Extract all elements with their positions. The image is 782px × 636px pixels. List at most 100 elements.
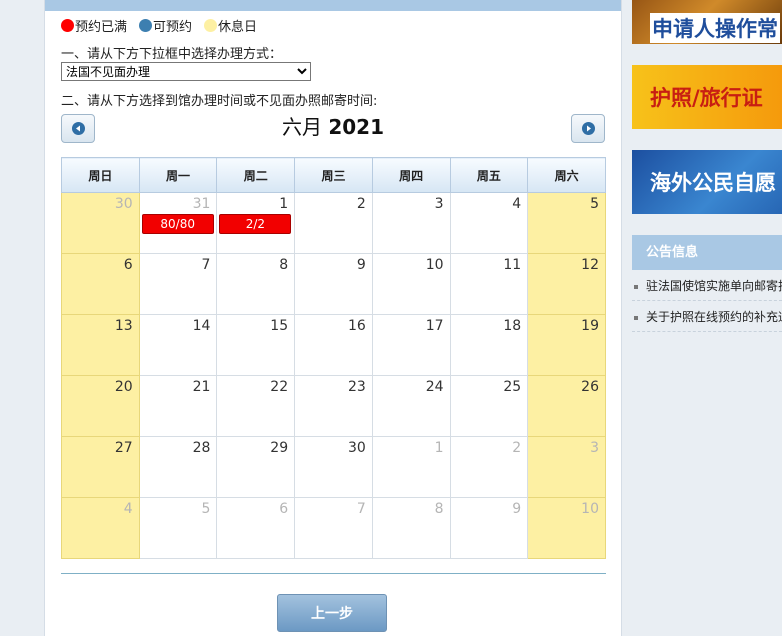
day-cell[interactable]: 1 2/2: [216, 192, 296, 254]
day-number: 22: [270, 379, 289, 395]
day-number: 2: [356, 196, 366, 212]
day-number: 29: [270, 440, 289, 456]
calendar-week-row: 4 5 6 7 8 9 10: [61, 497, 606, 559]
day-cell[interactable]: 17: [371, 314, 451, 376]
day-number: 24: [425, 379, 444, 395]
day-number: 1: [279, 196, 289, 212]
notice-link[interactable]: 驻法国使馆实施单向邮寄护照: [632, 275, 782, 301]
day-number: 30: [347, 440, 366, 456]
slot-badge-full[interactable]: 2/2: [219, 214, 292, 234]
day-cell[interactable]: 25: [449, 375, 529, 437]
day-cell[interactable]: 7: [294, 497, 373, 559]
divider: [61, 573, 606, 574]
next-month-button[interactable]: [571, 114, 605, 143]
day-cell[interactable]: 20: [61, 375, 140, 437]
day-cell[interactable]: 26: [527, 375, 606, 437]
day-number: 13: [114, 318, 133, 334]
day-cell[interactable]: 7: [138, 253, 218, 315]
day-number: 10: [581, 501, 599, 517]
day-cell[interactable]: 14: [138, 314, 218, 376]
day-cell[interactable]: 3: [527, 436, 606, 498]
day-number: 20: [114, 379, 133, 395]
day-cell[interactable]: 9: [449, 497, 529, 559]
sidebar-banner-passport[interactable]: 护照/旅行证: [632, 65, 782, 129]
step1-instruction: 一、请从下方下拉框中选择办理方式：: [61, 47, 283, 62]
weekday-header-row: 周日 周一 周二 周三 周四 周五 周六: [61, 157, 606, 193]
year-label: 2021: [328, 115, 385, 139]
day-cell[interactable]: 11: [449, 253, 529, 315]
weekday-header: 周一: [138, 157, 218, 193]
prev-step-button[interactable]: 上一步: [277, 594, 387, 632]
day-number: 10: [425, 257, 444, 273]
day-number: 7: [356, 501, 366, 517]
day-cell[interactable]: 23: [294, 375, 373, 437]
day-cell[interactable]: 30: [294, 436, 373, 498]
day-cell[interactable]: 4: [449, 192, 529, 254]
bullet-icon: [634, 284, 638, 289]
day-cell[interactable]: 19: [527, 314, 606, 376]
day-cell[interactable]: 16: [294, 314, 373, 376]
day-cell[interactable]: 29: [216, 436, 296, 498]
day-cell[interactable]: 4: [61, 497, 140, 559]
sidebar-banner-applicant-guide[interactable]: 申请人操作常: [632, 0, 782, 44]
day-cell[interactable]: 6: [61, 253, 140, 315]
day-number: 9: [512, 501, 522, 517]
calendar-week-row: 27 28 29 30 1 2 3: [61, 436, 606, 498]
day-cell[interactable]: 5: [527, 192, 606, 254]
main-panel: 预约已满 可预约 休息日 一、请从下方下拉框中选择办理方式： 法国不见面办理 二…: [44, 0, 622, 636]
calendar-grid: 周日 周一 周二 周三 周四 周五 周六 30 31 80/80 1 2/2 2 3 4 5 6 7 8 9 10 11…: [61, 157, 606, 559]
day-number: 4: [512, 196, 522, 212]
sidebar-banner-overseas-citizens[interactable]: 海外公民自愿: [632, 150, 782, 214]
day-cell[interactable]: 8: [371, 497, 451, 559]
day-cell[interactable]: 13: [61, 314, 140, 376]
day-cell[interactable]: 8: [216, 253, 296, 315]
day-cell[interactable]: 9: [294, 253, 373, 315]
day-cell[interactable]: 3: [371, 192, 451, 254]
prev-month-button[interactable]: [61, 114, 95, 143]
day-number: 1: [434, 440, 444, 456]
day-number: 3: [590, 440, 599, 456]
weekday-header: 周五: [449, 157, 529, 193]
day-cell[interactable]: 1: [371, 436, 451, 498]
day-number: 16: [347, 318, 366, 334]
day-cell[interactable]: 22: [216, 375, 296, 437]
banner-label: 海外公民自愿: [650, 171, 776, 195]
slot-badge-full[interactable]: 80/80: [141, 214, 214, 234]
arrow-left-icon: [71, 122, 85, 135]
day-number: 2: [512, 440, 522, 456]
day-number: 5: [590, 196, 599, 212]
day-cell[interactable]: 10: [527, 497, 606, 559]
notice-link[interactable]: 关于护照在线预约的补充通知: [632, 306, 782, 332]
legend: 预约已满 可预约 休息日: [61, 16, 269, 35]
day-cell[interactable]: 12: [527, 253, 606, 315]
day-number: 23: [347, 379, 366, 395]
weekday-header: 周日: [61, 157, 140, 193]
day-number: 15: [270, 318, 289, 334]
day-cell[interactable]: 5: [138, 497, 218, 559]
banner-label: 申请人操作常: [650, 13, 780, 43]
day-cell[interactable]: 2: [294, 192, 373, 254]
calendar-title: 六月 2021: [195, 111, 471, 140]
day-cell[interactable]: 27: [61, 436, 140, 498]
day-cell[interactable]: 6: [216, 497, 296, 559]
day-cell[interactable]: 10: [371, 253, 451, 315]
day-cell[interactable]: 24: [371, 375, 451, 437]
day-cell[interactable]: 21: [138, 375, 218, 437]
day-cell[interactable]: 15: [216, 314, 296, 376]
day-cell[interactable]: 31 80/80: [138, 192, 218, 254]
day-cell[interactable]: 18: [449, 314, 529, 376]
method-select[interactable]: 法国不见面办理: [61, 62, 311, 81]
day-cell[interactable]: 30: [61, 192, 140, 254]
bullet-icon: [634, 315, 638, 320]
day-number: 8: [434, 501, 444, 517]
day-cell[interactable]: 28: [138, 436, 218, 498]
month-label: 六月: [281, 115, 322, 139]
day-number: 27: [114, 440, 133, 456]
day-number: 5: [201, 501, 211, 517]
day-number: 31: [192, 196, 211, 212]
weekday-header: 周二: [216, 157, 296, 193]
day-number: 6: [279, 501, 289, 517]
day-number: 17: [425, 318, 444, 334]
notice-link-text: 关于护照在线预约的补充通知: [646, 310, 782, 324]
day-cell[interactable]: 2: [449, 436, 529, 498]
